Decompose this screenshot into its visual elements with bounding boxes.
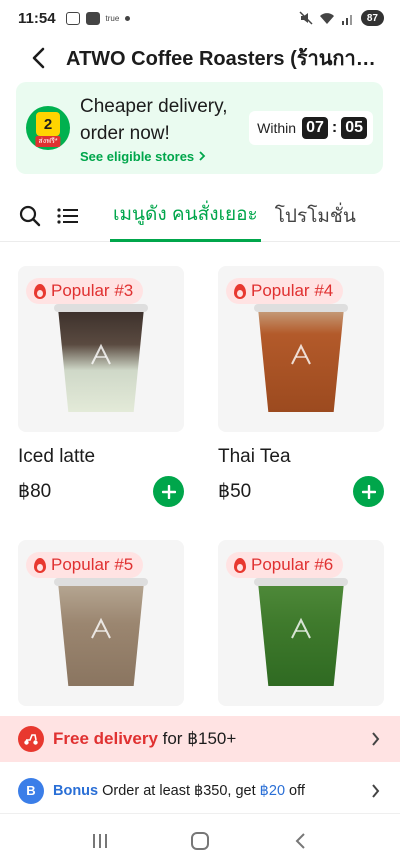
system-back-icon xyxy=(295,832,305,849)
popular-badge-label: Popular #6 xyxy=(251,555,334,574)
plus-icon xyxy=(161,484,176,499)
free-delivery-text: Free delivery for ฿150+ xyxy=(53,729,236,749)
bonus-strong: Bonus xyxy=(53,782,99,799)
product-name: Thai Tea xyxy=(218,446,291,467)
popular-badge-label: Popular #5 xyxy=(51,555,134,574)
product-price-row: ฿50 xyxy=(218,476,384,507)
timer-colon: : xyxy=(331,119,338,136)
home-icon xyxy=(191,831,209,850)
product-image: Popular #5 xyxy=(18,540,184,706)
product-image: Popular #4 xyxy=(218,266,384,432)
more-notifications-dot-icon xyxy=(125,15,131,21)
delivery-scooter-icon xyxy=(18,726,44,752)
chevron-right-icon xyxy=(368,732,382,746)
flame-icon xyxy=(234,283,246,299)
list-icon xyxy=(57,207,78,224)
status-right-icons: 87 xyxy=(299,10,384,26)
status-notification-icons: true xyxy=(65,11,131,25)
wifi-icon xyxy=(319,12,334,24)
promo-text: Cheaper delivery, order now! See eligibl… xyxy=(80,93,228,164)
chevron-right-icon xyxy=(368,783,382,798)
popular-badge: Popular #5 xyxy=(26,552,144,578)
mute-icon xyxy=(299,11,313,25)
product-image: Popular #6 xyxy=(218,540,384,706)
product-image: Popular #3 xyxy=(18,266,184,432)
search-button[interactable] xyxy=(18,204,42,228)
logo-tag: ส่งฟรี* xyxy=(35,136,61,147)
gmail-notification-icon xyxy=(85,11,100,25)
logo-number: 2 xyxy=(36,112,60,136)
free-delivery-bar[interactable]: Free delivery for ฿150+ xyxy=(0,716,400,762)
atwo-logo-icon xyxy=(91,617,111,639)
screenshot-notification-icon xyxy=(65,11,80,25)
flame-icon xyxy=(34,283,46,299)
recent-apps-icon xyxy=(93,833,107,848)
promo-title-line1: Cheaper delivery, xyxy=(80,95,228,117)
countdown-timer: Within 07 : 05 xyxy=(249,111,373,145)
tab-popular-menu[interactable]: เมนูดัง คนสั่งเยอะ xyxy=(110,190,261,242)
signal-icon xyxy=(341,14,352,25)
iced-coffee-cup-image xyxy=(54,578,148,686)
chevron-right-icon xyxy=(199,151,206,161)
iced-latte-cup-image xyxy=(54,304,148,412)
back-button[interactable] xyxy=(24,44,52,72)
free-delivery-strong: Free delivery xyxy=(53,729,158,748)
atwo-logo-icon xyxy=(91,343,111,365)
free-delivery-logo-icon: 2 ส่งฟรี* xyxy=(26,106,70,150)
status-bar: 11:54 true 87 xyxy=(0,0,400,36)
add-to-cart-button[interactable] xyxy=(153,476,184,507)
timer-label: Within xyxy=(257,120,297,136)
search-icon xyxy=(19,205,41,226)
battery-indicator: 87 xyxy=(360,10,384,26)
popular-badge-label: Popular #3 xyxy=(51,281,134,300)
status-time: 11:54 xyxy=(18,9,56,27)
popular-badge: Popular #4 xyxy=(226,278,344,304)
carrier-label: true xyxy=(105,13,120,23)
add-to-cart-button[interactable] xyxy=(353,476,384,507)
store-header: ATWO Coffee Roasters (ร้านกาแ... xyxy=(0,36,400,80)
recent-apps-button[interactable] xyxy=(85,826,115,856)
product-price-row: ฿80 xyxy=(18,476,184,507)
product-price: ฿80 xyxy=(18,481,52,502)
system-back-button[interactable] xyxy=(285,826,315,856)
see-eligible-stores-link[interactable]: See eligible stores xyxy=(80,149,228,164)
popular-badge-label: Popular #4 xyxy=(251,281,334,300)
tab-promotions[interactable]: โปรโมชั่น xyxy=(275,190,356,242)
arrow-left-icon xyxy=(32,47,45,69)
atwo-logo-icon xyxy=(291,343,311,365)
product-card[interactable]: Popular #5 xyxy=(18,540,184,706)
timer-seconds: 05 xyxy=(341,117,367,139)
free-delivery-rest: for ฿150+ xyxy=(157,729,237,748)
see-eligible-stores-label: See eligible stores xyxy=(80,148,195,164)
bonus-amount: ฿20 xyxy=(259,782,286,799)
product-card[interactable]: Popular #3 Iced latte ฿80 xyxy=(18,266,184,507)
flame-icon xyxy=(234,557,246,573)
atwo-logo-icon xyxy=(291,617,311,639)
bonus-text-after: off xyxy=(285,782,305,799)
thai-tea-cup-image xyxy=(254,304,348,412)
flame-icon xyxy=(34,557,46,573)
bonus-text-before: Order at least ฿350, get xyxy=(98,782,260,799)
store-title: ATWO Coffee Roasters (ร้านกาแ... xyxy=(66,48,382,70)
timer-minutes: 07 xyxy=(302,117,328,139)
home-button[interactable] xyxy=(185,826,215,856)
product-name: Iced latte xyxy=(18,446,96,467)
plus-icon xyxy=(361,484,376,499)
system-navigation-bar xyxy=(0,814,400,867)
popular-badge: Popular #6 xyxy=(226,552,344,578)
product-card[interactable]: Popular #6 xyxy=(218,540,384,706)
product-card[interactable]: Popular #4 Thai Tea ฿50 xyxy=(218,266,384,507)
product-price: ฿50 xyxy=(218,481,252,502)
matcha-cup-image xyxy=(254,578,348,686)
bonus-offer-bar[interactable]: B Bonus Order at least ฿350, get ฿20 off xyxy=(0,768,400,814)
bonus-text: Bonus Order at least ฿350, get ฿20 off xyxy=(53,783,305,799)
promo-title-line2: order now! xyxy=(80,122,170,144)
cheaper-delivery-banner[interactable]: 2 ส่งฟรี* Cheaper delivery, order now! S… xyxy=(16,82,383,174)
menu-tabs: เมนูดัง คนสั่งเยอะ โปรโมชั่น xyxy=(0,190,400,242)
popular-badge: Popular #3 xyxy=(26,278,144,304)
bonus-coin-icon: B xyxy=(18,777,44,804)
category-list-button[interactable] xyxy=(56,204,80,228)
